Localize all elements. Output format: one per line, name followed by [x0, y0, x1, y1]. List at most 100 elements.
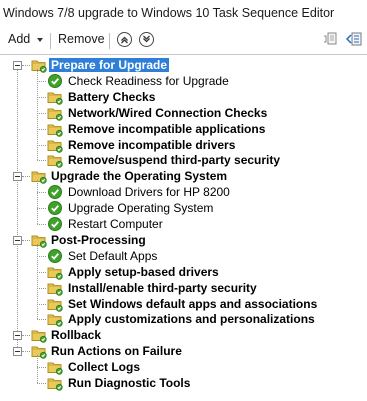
collapse-icon[interactable] — [13, 347, 22, 357]
tree-connector — [37, 80, 46, 82]
check-icon — [47, 248, 63, 264]
tree-connector — [22, 176, 30, 178]
toolbar: Add Remove — [0, 28, 367, 54]
folder-icon — [47, 89, 63, 105]
folder-icon — [47, 375, 63, 391]
tree-step-label: Set Windows default apps and association… — [68, 296, 318, 311]
tree-group[interactable]: Prepare for Upgrade — [0, 57, 367, 73]
folder-icon — [47, 280, 63, 296]
tree-step-label: Restart Computer — [68, 217, 163, 231]
tree-step[interactable]: Set Default Apps — [0, 248, 367, 264]
tree-step-label: Apply customizations and personalization… — [68, 312, 315, 327]
folder-icon — [31, 57, 47, 73]
tree-step[interactable]: Download Drivers for HP 8200 — [0, 184, 367, 200]
folder-icon — [31, 343, 47, 359]
tree-connector — [37, 224, 46, 225]
tree-step-label: Remove incompatible applications — [68, 121, 266, 136]
tree-step-label: Remove/suspend third-party security — [68, 153, 281, 168]
tree-connector — [37, 243, 38, 320]
tree-step[interactable]: Remove/suspend third-party security — [0, 152, 367, 169]
tree-step[interactable]: Check Readiness for Upgrade — [0, 73, 367, 89]
tree-connector — [22, 351, 30, 353]
tree-connector — [37, 271, 46, 273]
check-icon — [47, 184, 63, 200]
tree-connector — [22, 65, 30, 66]
check-icon — [47, 73, 63, 89]
tree-step-label: Apply setup-based drivers — [68, 264, 219, 279]
folder-icon — [47, 152, 63, 169]
tree-group[interactable]: Rollback — [0, 327, 367, 343]
tree-group-label: Rollback — [51, 328, 102, 343]
tree-connector — [37, 192, 46, 194]
tree-connector — [22, 335, 30, 337]
tree-connector — [37, 255, 46, 257]
tree-step[interactable]: Upgrade Operating System — [0, 200, 367, 216]
collapse-icon[interactable] — [13, 172, 22, 182]
tree-step-label: Collect Logs — [68, 360, 141, 375]
tree-step[interactable]: Collect Logs — [0, 359, 367, 375]
tree-connector — [37, 160, 46, 162]
collapse-icon[interactable] — [13, 331, 22, 341]
tree-connector — [37, 180, 38, 224]
tree-connector — [37, 144, 46, 146]
tree-step-label: Upgrade Operating System — [68, 201, 214, 216]
tree-step[interactable]: Apply setup-based drivers — [0, 264, 367, 280]
remove-button[interactable]: Remove — [58, 32, 105, 46]
folder-icon — [47, 121, 63, 137]
tree-group-label: Prepare for Upgrade — [49, 58, 170, 72]
tree-step[interactable]: Restart Computer — [0, 216, 367, 232]
tree-connector — [37, 68, 38, 161]
tree-connector — [22, 239, 30, 241]
move-up-icon[interactable] — [117, 32, 132, 47]
tree-step[interactable]: Run Diagnostic Tools — [0, 375, 367, 391]
toolbar-separator — [50, 33, 51, 49]
options-icon[interactable] — [345, 32, 362, 49]
tree-connector — [37, 383, 46, 384]
tree-step-label: Set Default Apps — [68, 248, 158, 263]
collapse-icon[interactable] — [13, 61, 22, 70]
tree-step-label: Run Diagnostic Tools — [68, 376, 191, 390]
check-icon — [47, 200, 63, 216]
tree-step[interactable]: Set Windows default apps and association… — [0, 296, 367, 312]
tree-step[interactable]: Apply customizations and personalization… — [0, 311, 367, 328]
folder-icon — [47, 105, 63, 121]
folder-icon — [47, 296, 63, 312]
tree-step[interactable]: Remove incompatible applications — [0, 121, 367, 137]
tree-step[interactable]: Install/enable third-party security — [0, 280, 367, 296]
folder-icon — [47, 311, 63, 328]
tree-step-label: Battery Checks — [68, 89, 156, 104]
tree-connector — [37, 96, 46, 98]
tree-connector — [37, 112, 46, 114]
tree-connector — [37, 287, 46, 289]
tree-connector — [37, 303, 46, 305]
tree-connector — [37, 367, 46, 369]
tree-connector — [37, 319, 46, 321]
tree-step[interactable]: Network/Wired Connection Checks — [0, 105, 367, 121]
tree-group[interactable]: Post-Processing — [0, 232, 367, 248]
folder-icon — [47, 137, 63, 153]
window-title: Windows 7/8 upgrade to Windows 10 Task S… — [3, 6, 335, 20]
move-down-icon[interactable] — [139, 32, 154, 47]
folder-icon — [47, 264, 63, 280]
tree-step-label: Install/enable third-party security — [68, 280, 257, 295]
tree-step-label: Network/Wired Connection Checks — [68, 105, 268, 120]
folder-icon — [47, 359, 63, 375]
tree-connector — [37, 128, 46, 130]
properties-icon[interactable] — [323, 32, 337, 49]
tree-group[interactable]: Run Actions on Failure — [0, 343, 367, 359]
tree-connector — [37, 208, 46, 210]
folder-icon — [31, 232, 47, 248]
tree-step-label: Check Readiness for Upgrade — [68, 73, 229, 88]
tree-step-label: Remove incompatible drivers — [68, 137, 236, 152]
tree-group[interactable]: Upgrade the Operating System — [0, 168, 367, 184]
tree-connector — [37, 355, 38, 383]
tree-group-label: Post-Processing — [51, 232, 146, 247]
tree-step[interactable]: Battery Checks — [0, 89, 367, 105]
folder-icon — [31, 168, 47, 184]
toolbar-separator — [109, 33, 110, 49]
add-dropdown-caret-icon[interactable] — [37, 38, 43, 42]
collapse-icon[interactable] — [13, 235, 22, 245]
folder-icon — [31, 327, 47, 343]
add-button[interactable]: Add — [8, 32, 30, 46]
tree-step[interactable]: Remove incompatible drivers — [0, 137, 367, 153]
